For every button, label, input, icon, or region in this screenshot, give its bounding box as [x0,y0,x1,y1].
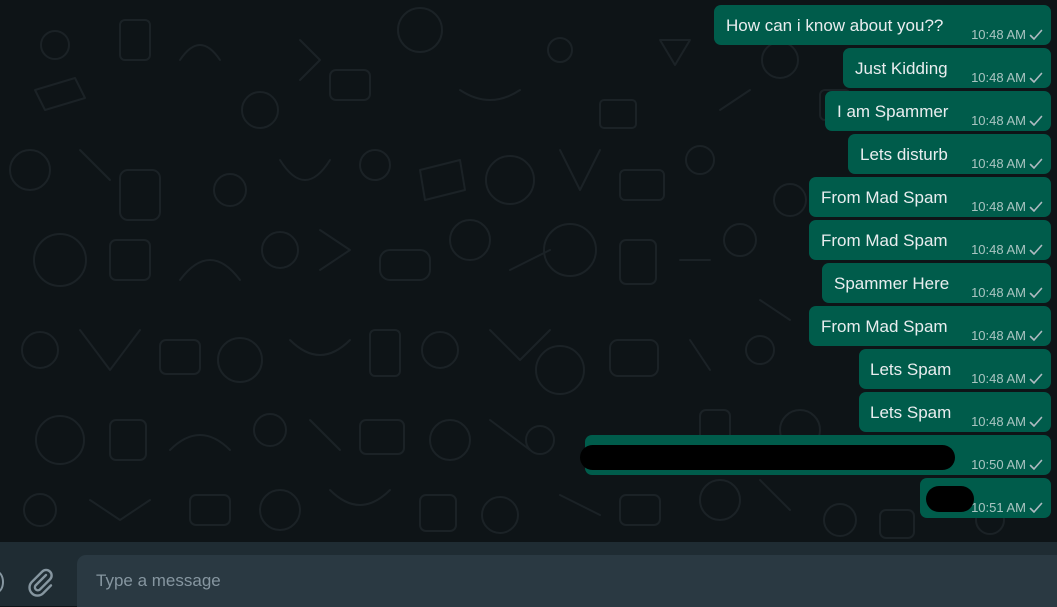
single-check-icon [1029,158,1043,169]
message-text: Just Kidding [855,59,948,78]
message-text: Lets Spam [870,360,952,379]
message-time: 10:48 AM [971,414,1026,429]
message-time: 10:50 AM [971,457,1026,472]
outgoing-message-redacted[interactable]: 10:51 AM [920,478,1051,518]
message-time: 10:48 AM [971,328,1026,343]
single-check-icon [1029,115,1043,126]
message-time: 10:48 AM [971,113,1026,128]
message-meta: 10:48 AM [971,242,1043,257]
outgoing-message[interactable]: Spammer Here 10:48 AM [822,263,1051,303]
emoji-icon[interactable] [0,571,4,593]
redaction-bar [926,486,974,512]
outgoing-message[interactable]: Lets disturb 10:48 AM [848,134,1051,174]
outgoing-message[interactable]: Lets Spam 10:48 AM [859,392,1051,432]
message-time: 10:48 AM [971,199,1026,214]
message-text: From Mad Spam [821,317,948,336]
paperclip-icon[interactable] [24,566,56,598]
message-meta: 10:51 AM [971,500,1043,515]
outgoing-message[interactable]: How can i know about you?? 10:48 AM [714,5,1051,45]
single-check-icon [1029,502,1043,513]
outgoing-message[interactable]: From Mad Spam 10:48 AM [809,306,1051,346]
single-check-icon [1029,244,1043,255]
message-time: 10:48 AM [971,242,1026,257]
outgoing-message[interactable]: Lets Spam 10:48 AM [859,349,1051,389]
outgoing-message[interactable]: I am Spammer 10:48 AM [825,91,1051,131]
message-meta: 10:48 AM [971,113,1043,128]
message-meta: 10:50 AM [971,457,1043,472]
message-input-container [77,555,1057,607]
message-time: 10:48 AM [971,285,1026,300]
message-time: 10:48 AM [971,27,1026,42]
message-meta: 10:48 AM [971,70,1043,85]
message-composer [0,542,1057,607]
message-text: Lets disturb [860,145,948,164]
redaction-bar [580,445,955,470]
single-check-icon [1029,330,1043,341]
outgoing-message-redacted[interactable]: 10:50 AM [580,435,1051,475]
single-check-icon [1029,72,1043,83]
message-meta: 10:48 AM [971,371,1043,386]
message-meta: 10:48 AM [971,285,1043,300]
message-time: 10:48 AM [971,70,1026,85]
message-time: 10:48 AM [971,371,1026,386]
message-input[interactable] [96,555,996,607]
message-text: Lets Spam [870,403,952,422]
single-check-icon [1029,287,1043,298]
message-text: Spammer Here [834,274,950,293]
message-text: How can i know about you?? [726,16,944,35]
message-text: From Mad Spam [821,231,948,250]
chat-conversation-panel[interactable]: How can i know about you?? 10:48 AM Just… [0,0,1057,542]
single-check-icon [1029,201,1043,212]
message-meta: 10:48 AM [971,328,1043,343]
outgoing-message[interactable]: Just Kidding 10:48 AM [843,48,1051,88]
single-check-icon [1029,373,1043,384]
outgoing-message[interactable]: From Mad Spam 10:48 AM [809,177,1051,217]
message-text: From Mad Spam [821,188,948,207]
single-check-icon [1029,416,1043,427]
single-check-icon [1029,29,1043,40]
message-meta: 10:48 AM [971,156,1043,171]
message-meta: 10:48 AM [971,414,1043,429]
message-text: I am Spammer [837,102,949,121]
single-check-icon [1029,459,1043,470]
outgoing-message[interactable]: From Mad Spam 10:48 AM [809,220,1051,260]
message-time: 10:48 AM [971,156,1026,171]
message-meta: 10:48 AM [971,199,1043,214]
message-time: 10:51 AM [971,500,1026,515]
message-meta: 10:48 AM [971,27,1043,42]
